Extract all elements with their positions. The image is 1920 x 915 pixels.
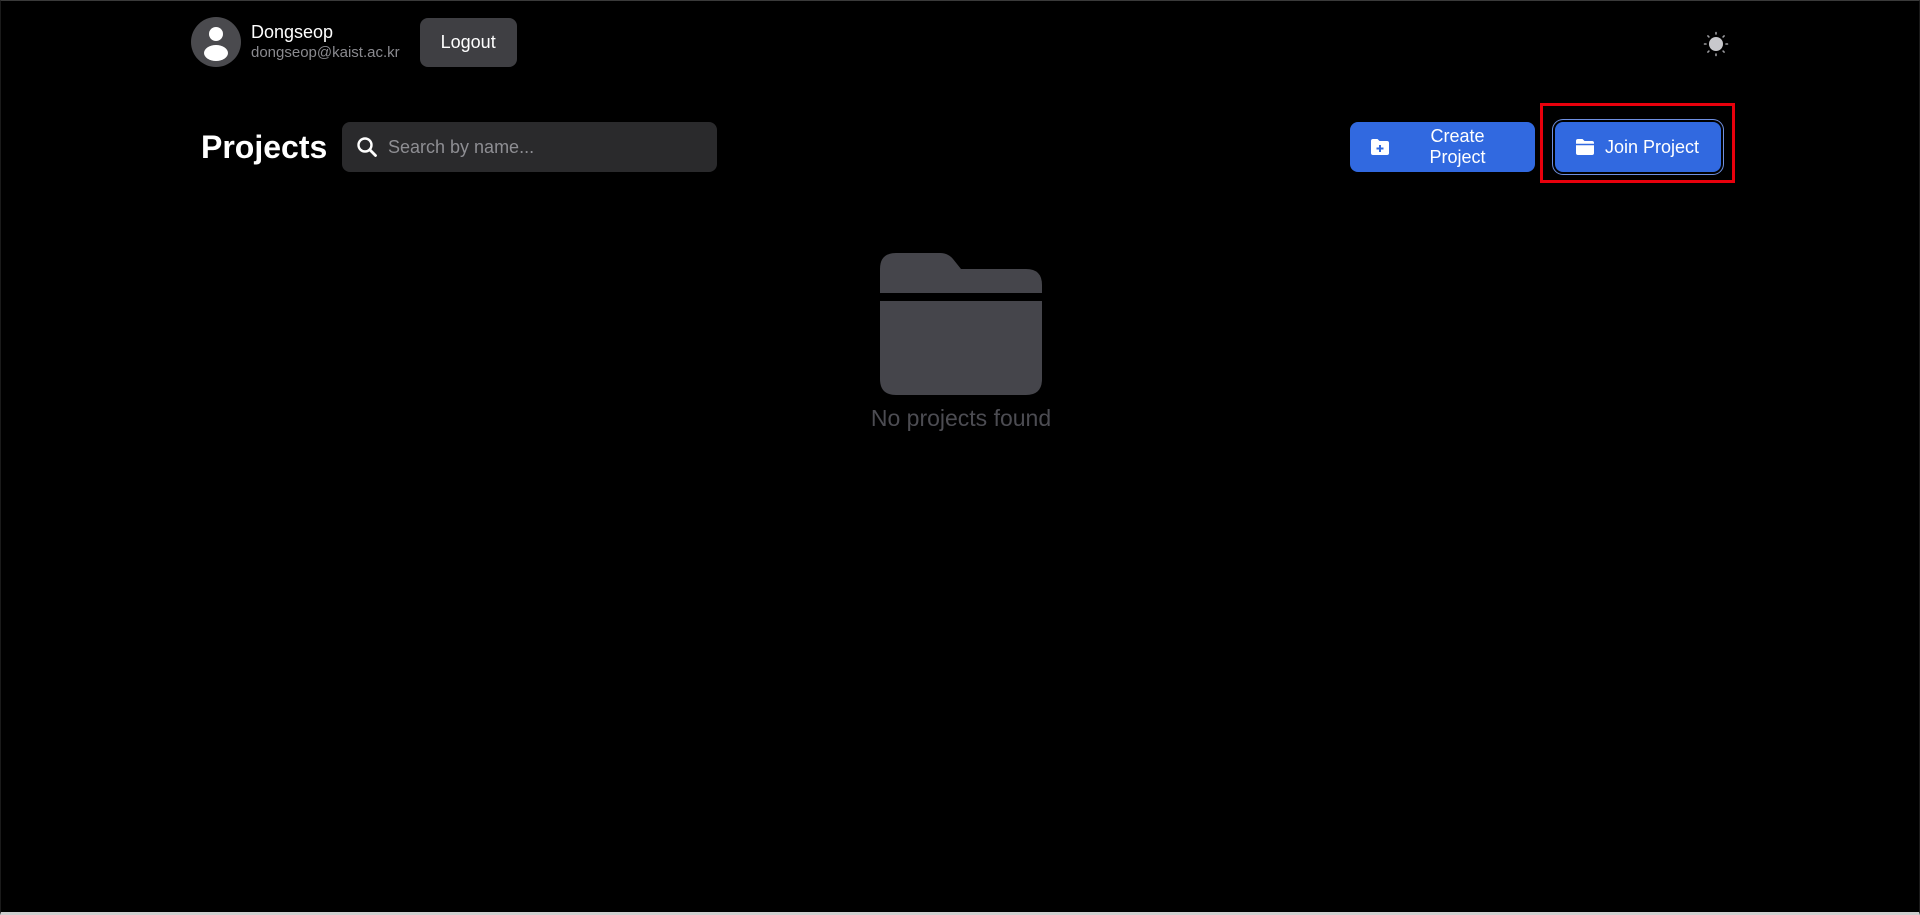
user-name: Dongseop bbox=[251, 22, 334, 42]
projects-toolbar: Projects Create Project bbox=[201, 122, 1721, 172]
app-window: Dongseop dongseop@kaist.ac.kr Logout Pro… bbox=[0, 0, 1920, 915]
empty-state: No projects found bbox=[761, 253, 1161, 432]
join-project-button[interactable]: Join Project bbox=[1555, 122, 1721, 172]
theme-toggle-button[interactable] bbox=[1701, 29, 1731, 59]
folder-icon bbox=[880, 253, 1042, 395]
user-avatar-icon bbox=[191, 17, 241, 67]
folder-open-icon bbox=[1575, 138, 1595, 156]
folder-plus-icon bbox=[1370, 138, 1390, 156]
search-box[interactable] bbox=[342, 122, 717, 172]
logout-button[interactable]: Logout bbox=[419, 17, 517, 67]
empty-message: No projects found bbox=[870, 405, 1052, 431]
create-project-button[interactable]: Create Project bbox=[1350, 122, 1535, 172]
user-header: Dongseop dongseop@kaist.ac.kr Logout bbox=[191, 17, 517, 67]
search-input[interactable] bbox=[386, 135, 710, 159]
create-project-label: Create Project bbox=[1429, 126, 1486, 167]
user-info: Dongseop dongseop@kaist.ac.kr bbox=[251, 21, 400, 63]
join-project-label: Join Project bbox=[1605, 136, 1700, 157]
search-icon bbox=[357, 137, 377, 157]
page-title: Projects bbox=[201, 129, 328, 165]
user-email: dongseop@kaist.ac.kr bbox=[251, 44, 400, 61]
sun-icon bbox=[1703, 31, 1729, 57]
